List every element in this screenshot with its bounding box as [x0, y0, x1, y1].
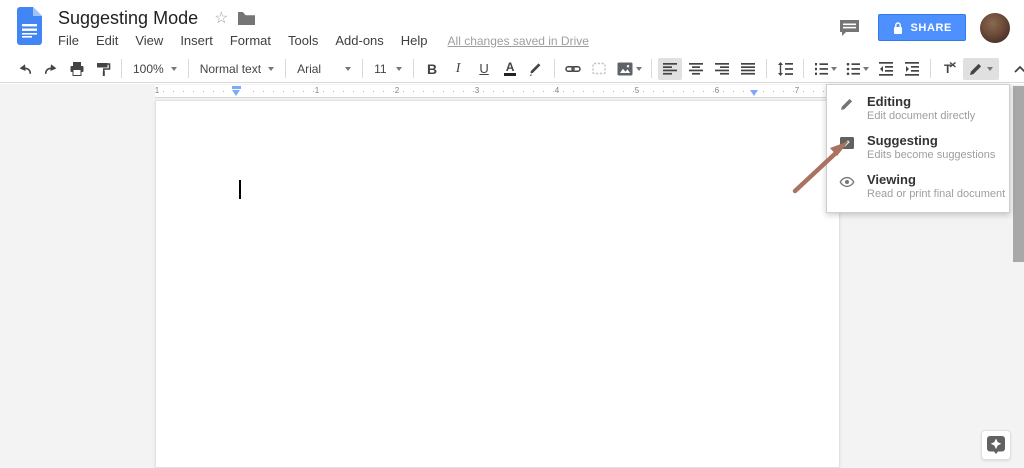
toolbar: 100% Normal text Arial 11 B I U A	[0, 55, 1024, 83]
eye-icon	[839, 174, 855, 190]
ruler-number: 2	[392, 86, 402, 95]
suggest-icon	[839, 135, 855, 151]
document-canvas: 1 1 2 3 4 5 6 7 Editing Edit document di…	[0, 84, 1024, 468]
mode-label: Viewing	[867, 173, 1005, 187]
ruler-number: 4	[552, 86, 562, 95]
separator	[362, 59, 363, 78]
text-cursor	[239, 180, 241, 199]
paint-format-button[interactable]	[91, 58, 115, 80]
numbered-list-button[interactable]	[810, 58, 840, 80]
menu-format[interactable]: Format	[230, 33, 271, 48]
explore-button[interactable]	[981, 430, 1011, 460]
ruler-number: 1	[312, 86, 322, 95]
menu-insert[interactable]: Insert	[180, 33, 213, 48]
redo-button[interactable]	[39, 58, 63, 80]
justify-button[interactable]	[736, 58, 760, 80]
save-status[interactable]: All changes saved in Drive	[448, 34, 589, 48]
increase-indent-button[interactable]	[900, 58, 924, 80]
document-page[interactable]	[155, 100, 840, 468]
header: Suggesting Mode ☆ File Edit View Insert …	[0, 0, 1024, 55]
mode-description: Edits become suggestions	[867, 149, 995, 162]
hide-menus-button[interactable]	[1008, 58, 1024, 80]
insert-link-button[interactable]	[561, 58, 585, 80]
chevron-down-icon	[863, 67, 869, 71]
separator	[651, 59, 652, 78]
align-left-button[interactable]	[658, 58, 682, 80]
bullet-list-button[interactable]	[842, 58, 872, 80]
menu-bar: File Edit View Insert Format Tools Add-o…	[58, 33, 589, 48]
svg-text:T: T	[944, 62, 952, 76]
share-label: SHARE	[910, 22, 952, 34]
mode-menu-item-viewing[interactable]: Viewing Read or print final document	[827, 168, 1009, 207]
ruler-number: 1	[152, 86, 162, 95]
separator	[554, 59, 555, 78]
vertical-scrollbar[interactable]	[1013, 86, 1024, 262]
editing-mode-button[interactable]	[963, 58, 999, 80]
mode-label: Suggesting	[867, 134, 995, 148]
menu-tools[interactable]: Tools	[288, 33, 318, 48]
align-right-button[interactable]	[710, 58, 734, 80]
font-size-select[interactable]: 11	[369, 58, 407, 80]
print-button[interactable]	[65, 58, 89, 80]
ruler[interactable]: 1 1 2 3 4 5 6 7	[155, 85, 840, 98]
clear-formatting-button[interactable]: T	[937, 58, 961, 80]
separator	[285, 59, 286, 78]
separator	[766, 59, 767, 78]
menu-edit[interactable]: Edit	[96, 33, 118, 48]
undo-button[interactable]	[13, 58, 37, 80]
chevron-down-icon	[171, 67, 177, 71]
highlight-button[interactable]	[524, 58, 548, 80]
text-color-button[interactable]: A	[498, 58, 522, 80]
chevron-down-icon	[268, 67, 274, 71]
insert-comment-button[interactable]	[587, 58, 611, 80]
move-folder-icon[interactable]	[238, 11, 255, 25]
paragraph-style-select[interactable]: Normal text	[195, 58, 279, 80]
mode-menu-item-suggesting[interactable]: Suggesting Edits become suggestions	[827, 129, 1009, 168]
underline-button[interactable]: U	[472, 58, 496, 80]
menu-addons[interactable]: Add-ons	[335, 33, 383, 48]
decrease-indent-button[interactable]	[874, 58, 898, 80]
font-select[interactable]: Arial	[292, 58, 356, 80]
bold-button[interactable]: B	[420, 58, 444, 80]
ruler-number: 7	[792, 86, 802, 95]
chevron-down-icon	[987, 67, 993, 71]
lock-icon	[892, 21, 904, 35]
ruler-number: 3	[472, 86, 482, 95]
left-indent-marker[interactable]	[232, 86, 241, 96]
line-spacing-button[interactable]	[773, 58, 797, 80]
mode-dropdown-menu: Editing Edit document directly Suggestin…	[826, 84, 1010, 213]
comments-icon[interactable]	[839, 19, 860, 37]
mode-label: Editing	[867, 95, 975, 109]
mode-menu-item-editing[interactable]: Editing Edit document directly	[827, 90, 1009, 129]
separator	[803, 59, 804, 78]
menu-help[interactable]: Help	[401, 33, 428, 48]
ruler-number: 6	[712, 86, 722, 95]
separator	[930, 59, 931, 78]
align-center-button[interactable]	[684, 58, 708, 80]
pencil-icon	[839, 96, 855, 112]
mode-description: Edit document directly	[867, 110, 975, 123]
menu-file[interactable]: File	[58, 33, 79, 48]
docs-logo[interactable]	[15, 7, 44, 45]
menu-view[interactable]: View	[135, 33, 163, 48]
chevron-down-icon	[831, 67, 837, 71]
chevron-down-icon	[345, 67, 351, 71]
ruler-number: 5	[632, 86, 642, 95]
insert-image-button[interactable]	[613, 58, 645, 80]
chevron-down-icon	[396, 67, 402, 71]
separator	[188, 59, 189, 78]
separator	[121, 59, 122, 78]
zoom-select[interactable]: 100%	[128, 58, 182, 80]
separator	[413, 59, 414, 78]
avatar[interactable]	[980, 13, 1010, 43]
share-button[interactable]: SHARE	[878, 14, 966, 41]
mode-description: Read or print final document	[867, 188, 1005, 201]
italic-button[interactable]: I	[446, 58, 470, 80]
document-title[interactable]: Suggesting Mode	[58, 8, 198, 29]
star-icon[interactable]: ☆	[214, 8, 228, 28]
right-indent-marker[interactable]	[750, 90, 758, 96]
chevron-down-icon	[636, 67, 642, 71]
